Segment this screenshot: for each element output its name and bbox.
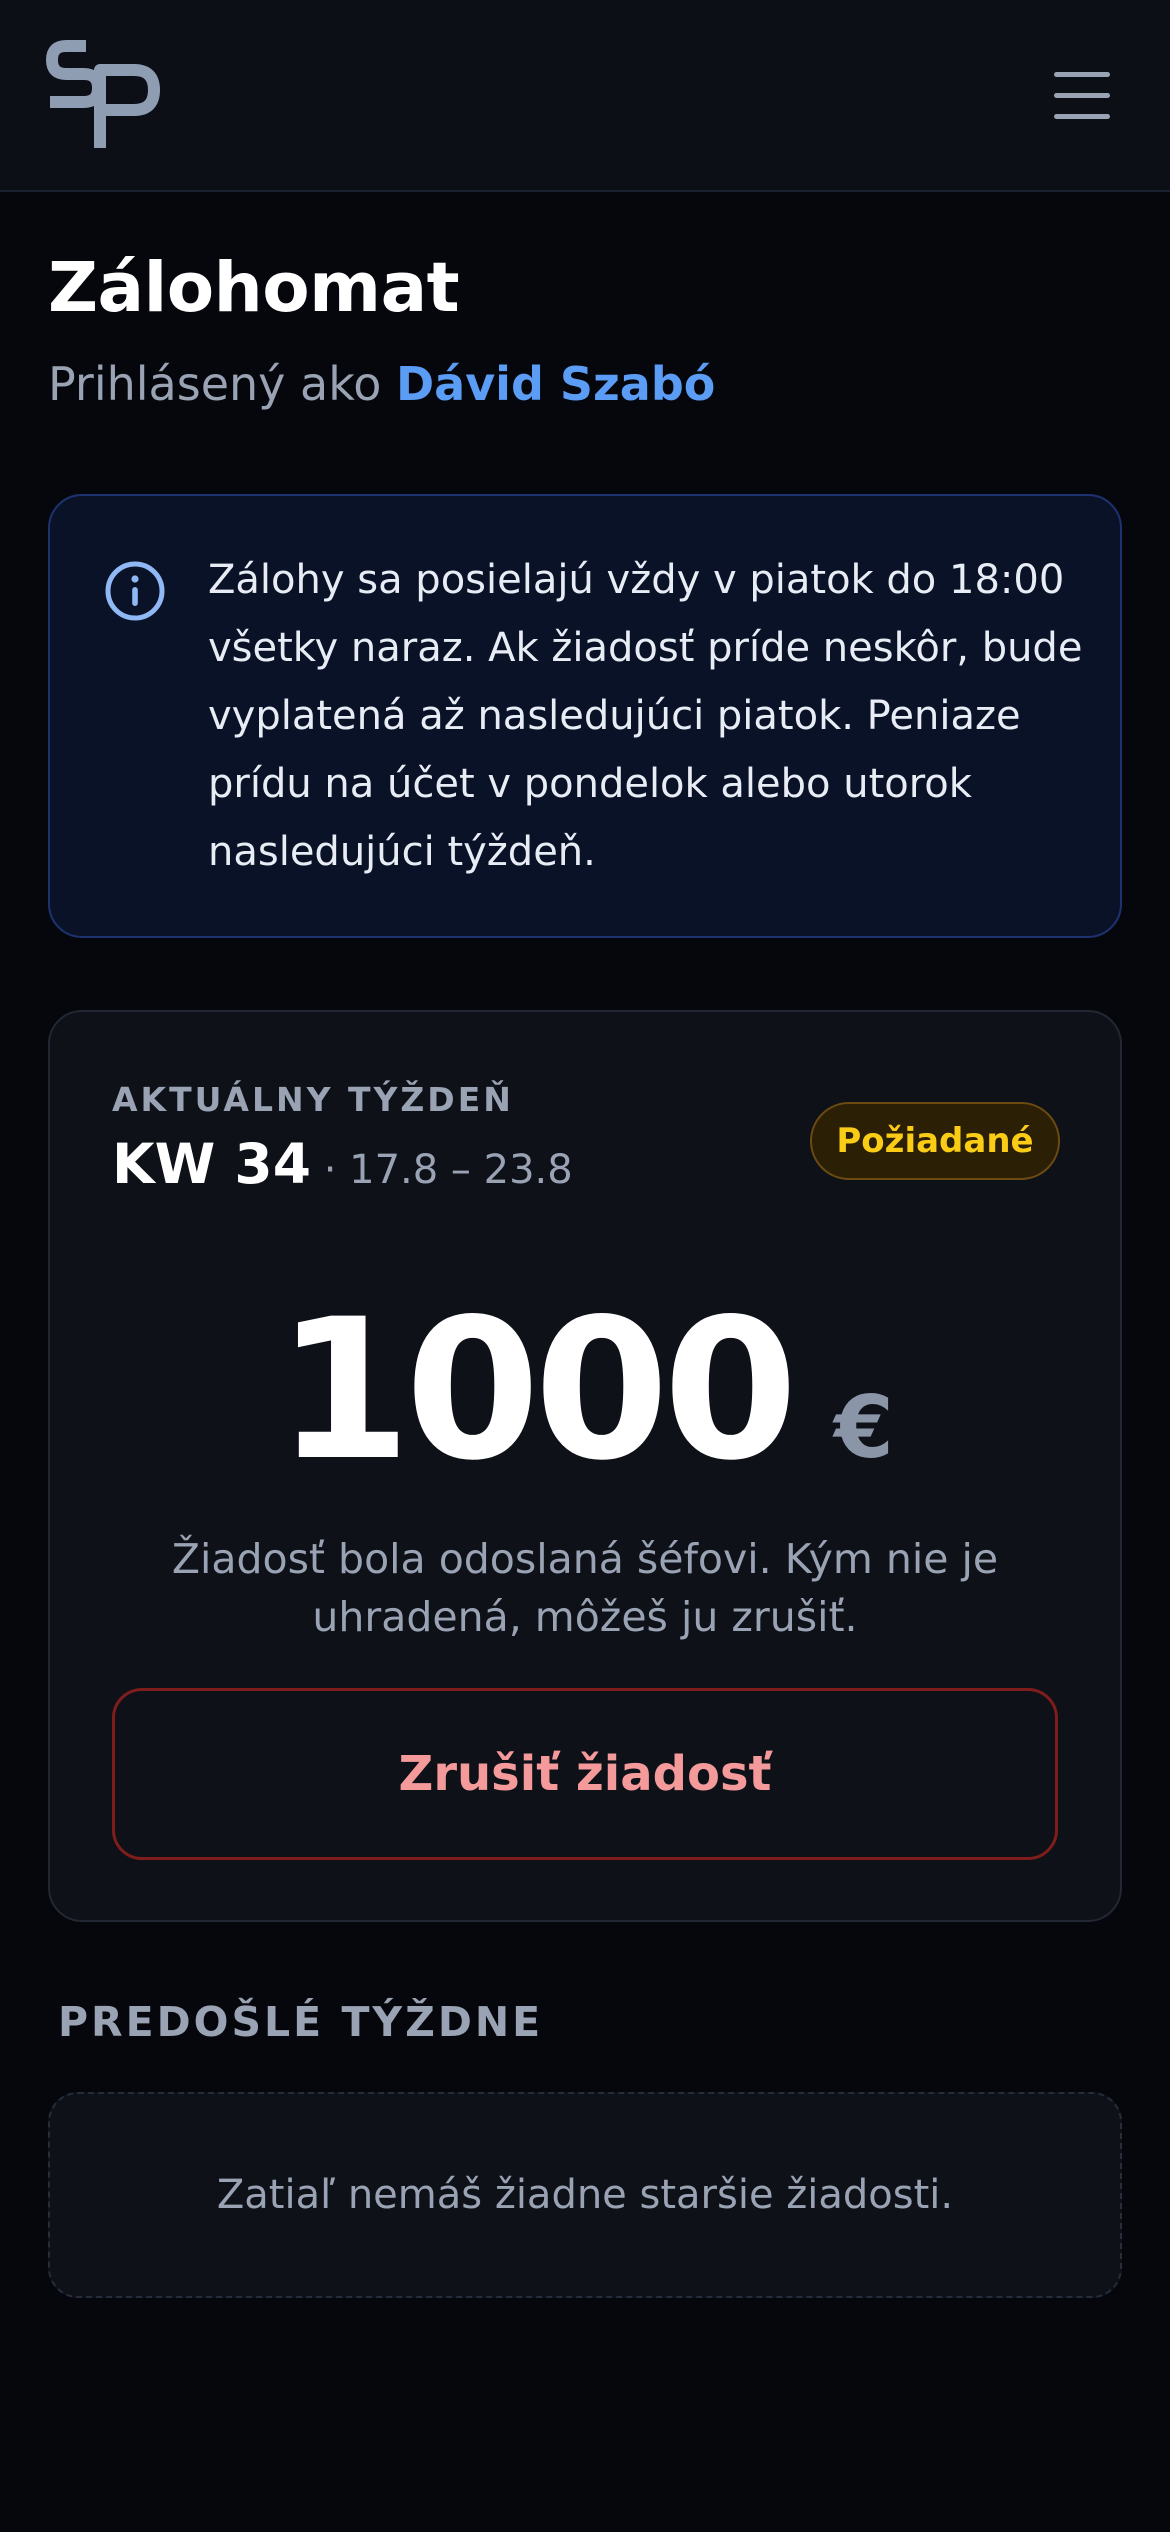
info-notice: Zálohy sa posielajú vždy v piatok do 18:… [48,494,1122,938]
previous-weeks-title: PREDOŠLÉ TÝŽDNE [58,1998,544,2046]
amount-value: 1000 [276,1277,798,1503]
week-info: KW 34 · 17.8 – 23.8 [112,1128,573,1214]
cancel-request-button[interactable]: Zrušiť žiadosť [112,1688,1058,1860]
week-number: KW 34 [112,1132,311,1196]
info-text: Zálohy sa posielajú vždy v piatok do 18:… [208,557,1083,875]
sp-logo-icon[interactable] [46,40,162,152]
amount-display: 1000 € [50,1290,1120,1490]
request-status-note: Žiadosť bola odoslaná šéfovi. Kým nie je… [171,1535,999,1641]
current-week-card: AKTUÁLNY TÝŽDEŇ KW 34 · 17.8 – 23.8 Poži… [48,1010,1122,1922]
previous-weeks-empty-state: Zatiaľ nemáš žiadne staršie žiadosti. [48,2092,1122,2298]
current-week-label: AKTUÁLNY TÝŽDEŇ [112,1080,514,1119]
currency-symbol: € [834,1378,894,1478]
top-bar [0,0,1170,192]
empty-state-text: Zatiaľ nemáš žiadne staršie žiadosti. [216,2172,954,2218]
info-icon [105,561,165,621]
status-badge: Požiadané [810,1102,1060,1180]
page-title: Zálohomat [48,248,460,328]
user-name: Dávid Szabó [395,357,716,411]
hamburger-menu-icon[interactable] [1052,68,1114,124]
week-separator: · [310,1147,350,1193]
week-date-range: 17.8 – 23.8 [349,1147,573,1193]
logged-in-as: Prihlásený ako Dávid Szabó [48,354,715,414]
logged-in-prefix: Prihlásený ako [48,357,396,411]
